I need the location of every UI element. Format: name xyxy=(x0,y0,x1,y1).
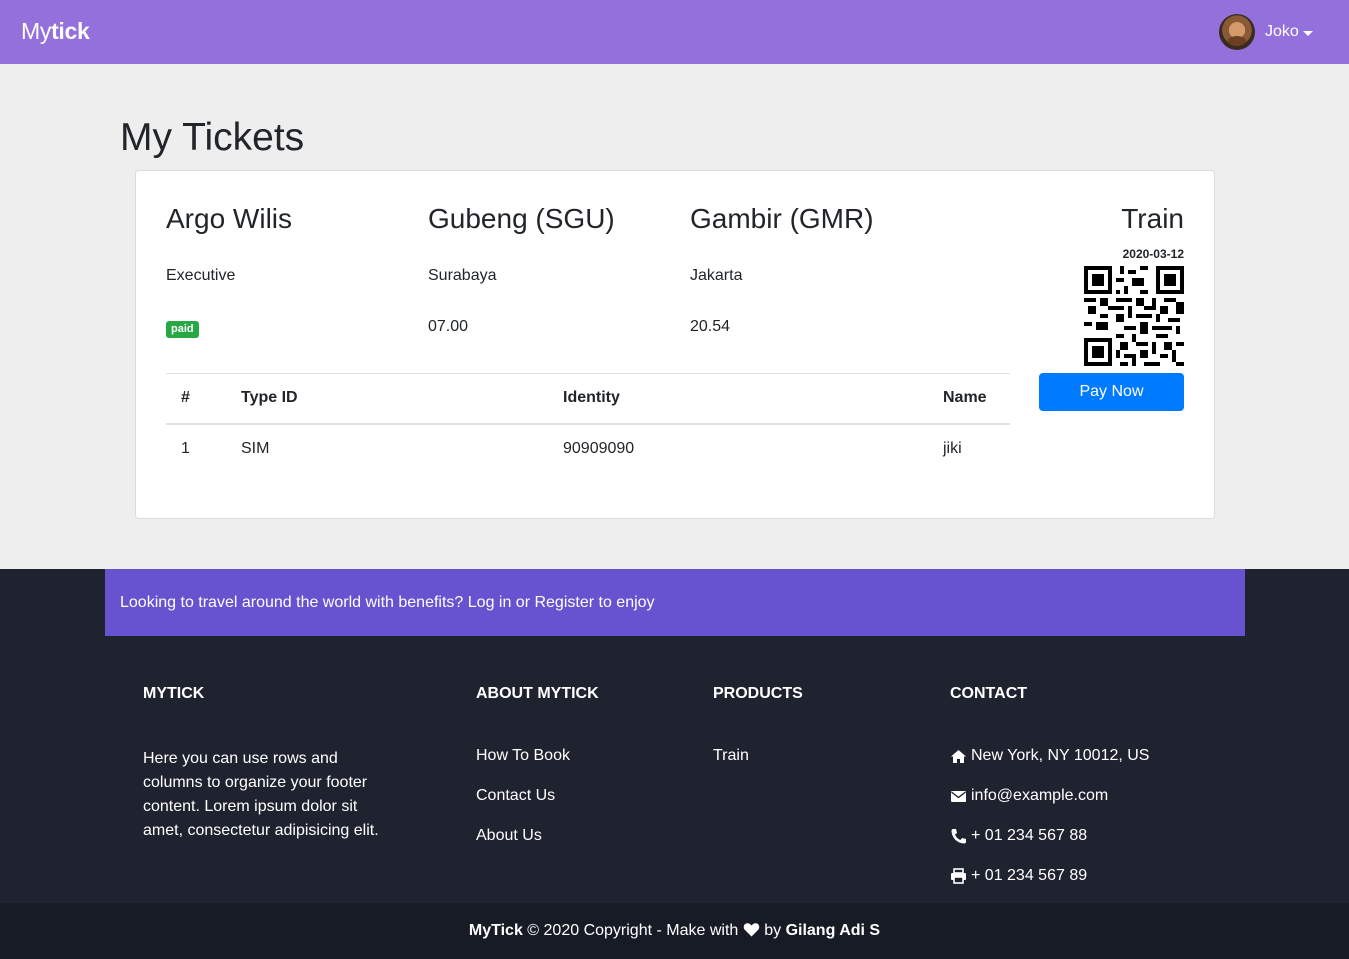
qr-code xyxy=(1084,266,1184,366)
contact-address-text: New York, NY 10012, US xyxy=(971,747,1150,764)
page-title: My Tickets xyxy=(120,116,305,159)
table-row: 1 SIM 90909090 jiki xyxy=(166,424,1010,473)
footer-description: Here you can use rows and columns to org… xyxy=(143,750,379,839)
table-header-row: # Type ID Identity Name xyxy=(166,373,1010,425)
footer: Looking to travel around the world with … xyxy=(0,569,1349,959)
table-header: # xyxy=(166,373,241,425)
envelope-icon xyxy=(951,790,966,802)
footer-link-train[interactable]: Train xyxy=(713,746,803,786)
footer-banner: Looking to travel around the world with … xyxy=(105,569,1245,636)
table-header: Name xyxy=(943,373,1010,425)
table-cell: jiki xyxy=(943,439,962,457)
contact-phone: + 01 234 567 88 xyxy=(950,816,1149,856)
contact-fax: + 01 234 567 89 xyxy=(950,856,1149,896)
contact-email: info@example.com xyxy=(950,776,1149,816)
ticket-card: Argo Wilis Executive paid Gubeng (SGU) S… xyxy=(135,170,1215,519)
footer-link-about-us[interactable]: About Us xyxy=(476,826,599,866)
avatar xyxy=(1219,14,1255,50)
footer-heading: ABOUT MYTICK xyxy=(476,685,599,702)
table-cell: 90909090 xyxy=(563,439,635,457)
caret-down-icon xyxy=(1302,30,1313,36)
copyright-brand: MyTick xyxy=(468,922,523,939)
copyright-text: © 2020 Copyright - Make with xyxy=(527,922,739,939)
footer-column-mytick: MYTICK Here you can use rows and columns… xyxy=(143,685,393,843)
footer-heading: CONTACT xyxy=(950,685,1028,702)
footer-column-contact: CONTACT New York, NY 10012, US info@exam… xyxy=(950,685,1149,896)
brand-logo[interactable]: Mytick xyxy=(21,18,90,45)
origin-city: Surabaya xyxy=(428,267,497,284)
footer-heading: MYTICK xyxy=(143,685,205,702)
destination-station: Gambir (GMR) xyxy=(690,203,874,234)
status-badge: paid xyxy=(166,321,199,338)
footer-link-how-to-book[interactable]: How To Book xyxy=(476,746,599,786)
print-icon xyxy=(951,868,966,884)
table-header: Identity xyxy=(563,373,943,425)
ticket-date: 2020-03-12 xyxy=(1122,247,1184,261)
arrive-time: 20.54 xyxy=(690,318,731,335)
table-header: Type ID xyxy=(241,373,563,425)
depart-time: 07.00 xyxy=(428,318,469,335)
footer-column-about: ABOUT MYTICK How To Book Contact Us Abou… xyxy=(476,685,599,866)
user-name: Joko xyxy=(1265,23,1299,40)
contact-fax-text: + 01 234 567 89 xyxy=(971,867,1088,884)
table-cell: SIM xyxy=(241,439,270,457)
footer-column-products: PRODUCTS Train xyxy=(713,685,803,786)
table-cell: 1 xyxy=(181,439,190,457)
copyright-author: Gilang Adi S xyxy=(785,922,881,939)
heart-icon xyxy=(743,923,759,937)
copyright-by: by xyxy=(764,922,782,939)
train-name: Argo Wilis xyxy=(166,203,293,234)
contact-email-text: info@example.com xyxy=(971,787,1109,804)
destination-city: Jakarta xyxy=(690,267,743,284)
home-icon xyxy=(951,749,966,763)
brand-part-2: tick xyxy=(51,18,90,44)
footer-heading: PRODUCTS xyxy=(713,685,803,702)
phone-icon xyxy=(951,829,966,844)
passenger-table: # Type ID Identity Name 1 SIM 90909090 j… xyxy=(166,373,1010,473)
copyright-bar: MyTick © 2020 Copyright - Make with by G… xyxy=(0,903,1349,959)
contact-phone-text: + 01 234 567 88 xyxy=(971,827,1088,844)
top-navbar: Mytick Joko xyxy=(0,0,1349,64)
contact-address: New York, NY 10012, US xyxy=(950,736,1149,776)
footer-link-contact-us[interactable]: Contact Us xyxy=(476,786,599,826)
train-class: Executive xyxy=(166,267,236,284)
user-menu-toggle[interactable]: Joko xyxy=(1219,14,1313,50)
transport-type: Train xyxy=(1121,203,1184,234)
pay-now-button[interactable]: Pay Now xyxy=(1039,373,1184,411)
origin-station: Gubeng (SGU) xyxy=(428,203,615,234)
brand-part-1: My xyxy=(21,18,52,44)
